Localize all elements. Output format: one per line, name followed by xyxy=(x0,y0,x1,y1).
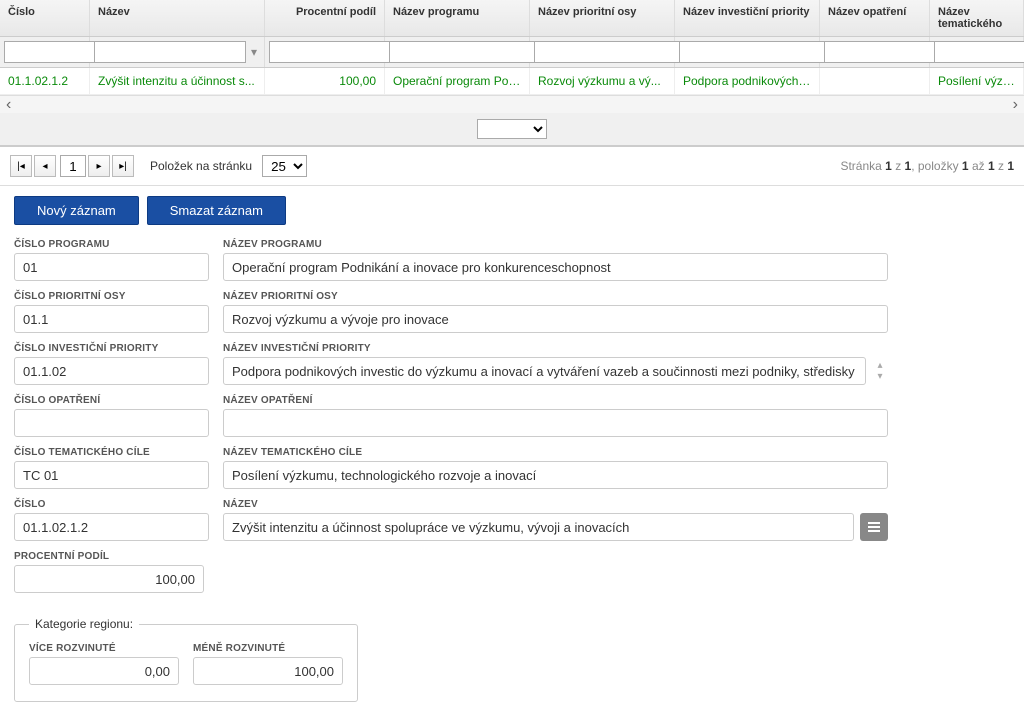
label-nazev-osy: NÁZEV PRIORITNÍ OSY xyxy=(223,291,888,302)
filter-icon[interactable]: ▾ xyxy=(248,43,260,61)
scroll-left-icon[interactable]: ‹ xyxy=(6,97,11,113)
input-nazev-programu[interactable] xyxy=(223,253,888,281)
label-procentni: PROCENTNÍ PODÍL xyxy=(14,551,204,562)
data-grid: Číslo Název Procentní podíl Název progra… xyxy=(0,0,1024,147)
list-icon xyxy=(867,520,881,534)
horizontal-scrollbar[interactable]: ‹ › xyxy=(0,95,1024,113)
cell-priorita: Podpora podnikových i... xyxy=(675,68,820,94)
pager-label: Položek na stránku xyxy=(150,159,252,173)
delete-record-button[interactable]: Smazat záznam xyxy=(147,196,286,225)
input-nazev[interactable] xyxy=(223,513,854,541)
filter-tematicky[interactable] xyxy=(934,41,1024,63)
label-nazev-tc: NÁZEV TEMATICKÉHO CÍLE xyxy=(223,447,888,458)
input-cislo-osy[interactable] xyxy=(14,305,209,333)
col-header-tematicky[interactable]: Název tematického xyxy=(930,0,1024,36)
cell-osa: Rozvoj výzkumu a vý... xyxy=(530,68,675,94)
input-nazev-osy[interactable] xyxy=(223,305,888,333)
input-cislo-tc[interactable] xyxy=(14,461,209,489)
pager-prev-button[interactable]: ◂ xyxy=(34,155,56,177)
fieldset-legend: Kategorie regionu: xyxy=(29,617,139,631)
input-nazev-tc[interactable] xyxy=(223,461,888,489)
cell-podil: 100,00 xyxy=(265,68,385,94)
cell-program: Operační program Pod... xyxy=(385,68,530,94)
scroll-right-icon[interactable]: › xyxy=(1013,97,1018,113)
grid-filter-row: ▾ ▾ ▾ ▾ ▾ ▾ ▾ xyxy=(0,37,1024,68)
new-record-button[interactable]: Nový záznam xyxy=(14,196,139,225)
pager-bar: |◂ ◂ ▸ ▸| Položek na stránku 25 Stránka … xyxy=(0,147,1024,186)
cell-tematicky: Posílení výzkum xyxy=(930,68,1024,94)
label-vice-rozvinute: VÍCE ROZVINUTÉ xyxy=(29,643,179,654)
pager-pagesize-select[interactable]: 25 xyxy=(262,155,307,177)
grid-footer xyxy=(0,113,1024,146)
pager-info: Stránka 1 z 1, položky 1 až 1 z 1 xyxy=(840,159,1014,173)
action-bar: Nový záznam Smazat záznam xyxy=(0,186,1024,239)
pager-next-button[interactable]: ▸ xyxy=(88,155,110,177)
list-lookup-button[interactable] xyxy=(860,513,888,541)
pager-first-button[interactable]: |◂ xyxy=(10,155,32,177)
col-header-priorita[interactable]: Název investiční priority xyxy=(675,0,820,36)
footer-dropdown[interactable] xyxy=(477,119,547,139)
label-cislo: ČÍSLO xyxy=(14,499,209,510)
col-header-program[interactable]: Název programu xyxy=(385,0,530,36)
input-cislo-priority[interactable] xyxy=(14,357,209,385)
label-cislo-opatreni: ČÍSLO OPATŘENÍ xyxy=(14,395,209,406)
filter-osa[interactable] xyxy=(534,41,686,63)
label-cislo-tc: ČÍSLO TEMATICKÉHO CÍLE xyxy=(14,447,209,458)
label-nazev: NÁZEV xyxy=(223,499,888,510)
input-vice-rozvinute[interactable] xyxy=(29,657,179,685)
filter-priorita[interactable] xyxy=(679,41,831,63)
pager-last-button[interactable]: ▸| xyxy=(112,155,134,177)
table-row[interactable]: 01.1.02.1.2 Zvýšit intenzitu a účinnost … xyxy=(0,68,1024,95)
textarea-scroll-icon[interactable]: ▴▾ xyxy=(872,360,888,382)
filter-program[interactable] xyxy=(389,41,541,63)
grid-header-row: Číslo Název Procentní podíl Název progra… xyxy=(0,0,1024,37)
col-header-osa[interactable]: Název prioritní osy xyxy=(530,0,675,36)
cell-nazev: Zvýšit intenzitu a účinnost s... xyxy=(90,68,265,94)
label-nazev-programu: NÁZEV PROGRAMU xyxy=(223,239,888,250)
input-cislo-opatreni[interactable] xyxy=(14,409,209,437)
label-cislo-priority: ČÍSLO INVESTIČNÍ PRIORITY xyxy=(14,343,209,354)
detail-form: ČÍSLO PROGRAMU NÁZEV PROGRAMU ČÍSLO PRIO… xyxy=(0,239,1024,722)
label-nazev-priority: NÁZEV INVESTIČNÍ PRIORITY xyxy=(223,343,888,354)
input-mene-rozvinute[interactable] xyxy=(193,657,343,685)
pager-page-input[interactable] xyxy=(60,155,86,177)
col-header-opatreni[interactable]: Název opatření xyxy=(820,0,930,36)
input-nazev-priority[interactable] xyxy=(223,357,866,385)
fieldset-kategorie-regionu: Kategorie regionu: VÍCE ROZVINUTÉ MÉNĚ R… xyxy=(14,617,358,702)
col-header-nazev[interactable]: Název xyxy=(90,0,265,36)
input-procentni[interactable] xyxy=(14,565,204,593)
filter-nazev[interactable] xyxy=(94,41,246,63)
col-header-podil[interactable]: Procentní podíl xyxy=(265,0,385,36)
label-cislo-programu: ČÍSLO PROGRAMU xyxy=(14,239,209,250)
label-mene-rozvinute: MÉNĚ ROZVINUTÉ xyxy=(193,643,343,654)
cell-opatreni xyxy=(820,68,930,94)
label-cislo-osy: ČÍSLO PRIORITNÍ OSY xyxy=(14,291,209,302)
input-cislo-programu[interactable] xyxy=(14,253,209,281)
label-nazev-opatreni: NÁZEV OPATŘENÍ xyxy=(223,395,888,406)
input-nazev-opatreni[interactable] xyxy=(223,409,888,437)
cell-cislo: 01.1.02.1.2 xyxy=(0,68,90,94)
input-cislo[interactable] xyxy=(14,513,209,541)
col-header-cislo[interactable]: Číslo xyxy=(0,0,90,36)
